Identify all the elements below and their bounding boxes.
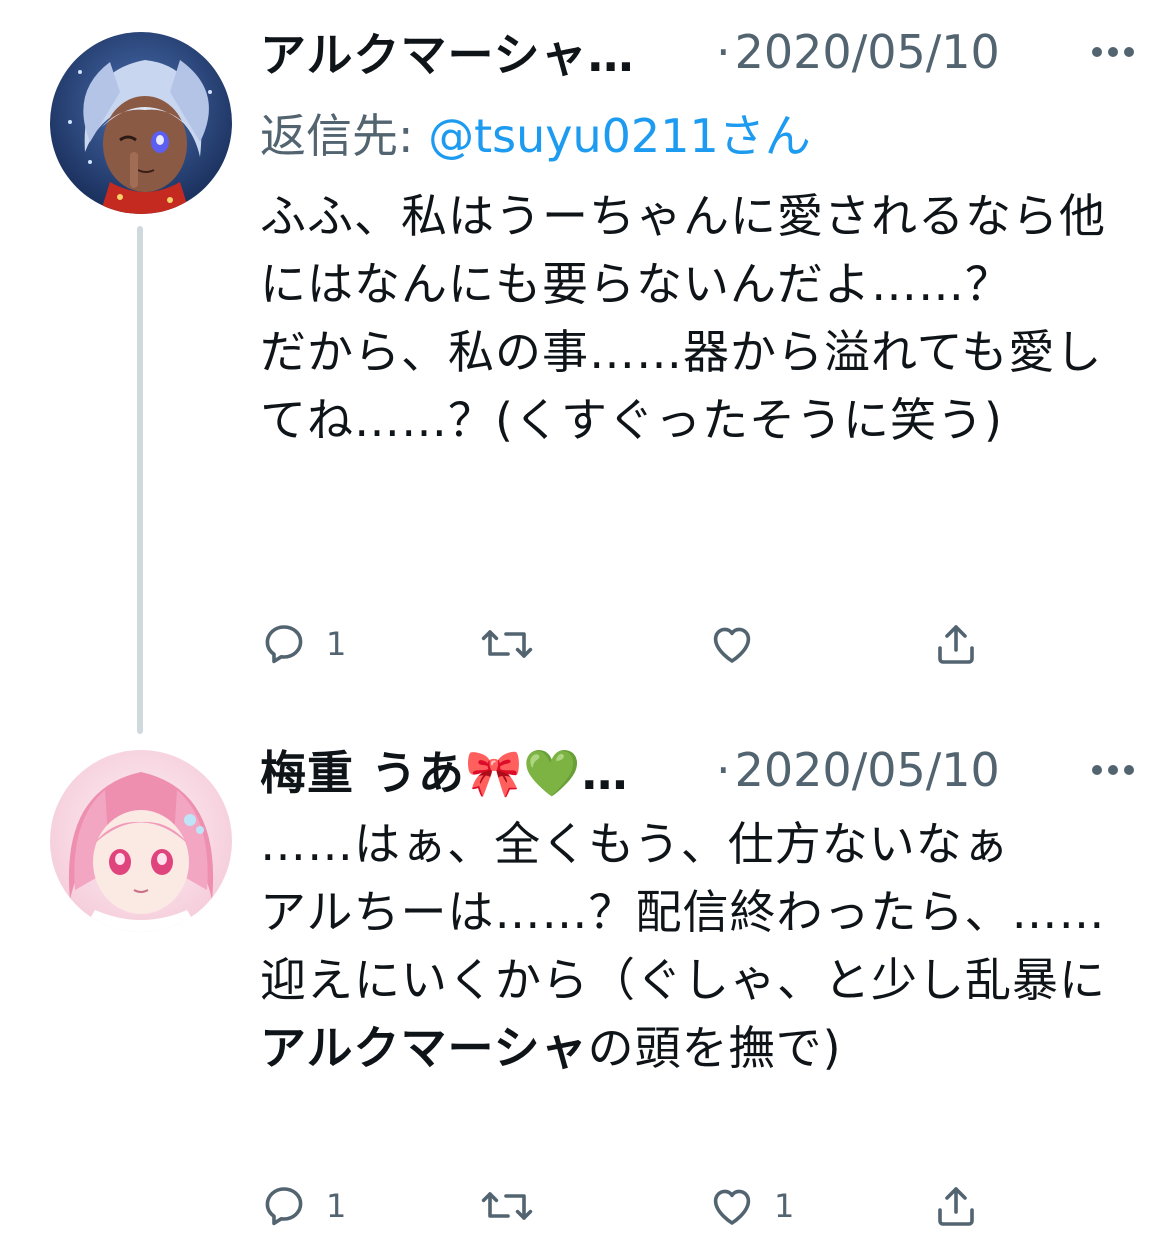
- tweet-date[interactable]: 2020/05/10: [735, 743, 1000, 797]
- reply-icon: [265, 1187, 303, 1226]
- heart-icon: [713, 1189, 751, 1225]
- share-button[interactable]: [932, 614, 980, 674]
- share-button[interactable]: [932, 1176, 980, 1236]
- separator-dot: ·: [716, 25, 731, 79]
- share-icon: [938, 1187, 974, 1226]
- reply-button[interactable]: 1: [260, 1176, 346, 1236]
- reply-button[interactable]: 1: [260, 614, 346, 674]
- tweet-date[interactable]: 2020/05/10: [735, 25, 1000, 79]
- tweet-text-part: の頭を撫で): [587, 1021, 842, 1075]
- avatar[interactable]: [50, 32, 232, 214]
- tweet[interactable]: 梅重 うあ🎀💚… · 2020/05/10 ……はぁ、全くもう、仕方ないなぁ ア…: [0, 720, 1170, 1244]
- reply-count: 1: [326, 625, 347, 663]
- bold-name-text: アルクマーシャ: [260, 1021, 588, 1075]
- retweet-icon: [481, 1192, 533, 1220]
- tweet-text-part: ……はぁ、全くもう、仕方ないなぁ アルちーは……？配信終わったら、……迎えにいく…: [260, 817, 1106, 1007]
- tweet-header: 梅重 うあ🎀💚… · 2020/05/10: [260, 738, 1150, 802]
- avatar[interactable]: [50, 750, 232, 932]
- display-name[interactable]: 梅重 うあ🎀💚…: [260, 737, 680, 803]
- reply-to-handle-link[interactable]: @tsuyu0211さん: [428, 109, 811, 163]
- share-icon: [938, 625, 974, 664]
- tweet-text: ふふ、私はうーちゃんに愛されるなら他にはなんにも要らないんだよ……？ だから、私…: [260, 189, 1106, 447]
- reply-count: 1: [326, 1187, 347, 1225]
- more-options-icon[interactable]: [1090, 738, 1136, 802]
- like-button[interactable]: [708, 614, 774, 674]
- display-name[interactable]: アルクマーシャ…: [260, 19, 680, 85]
- tweet-header: アルクマーシャ… · 2020/05/10: [260, 20, 1150, 84]
- more-options-icon[interactable]: [1090, 20, 1136, 84]
- reply-to-line: 返信先: @tsuyu0211さん: [260, 100, 811, 166]
- tweet-actions: 1: [260, 614, 1020, 674]
- tweet[interactable]: アルクマーシャ… · 2020/05/10 返信先: @tsuyu0211さん …: [0, 0, 1170, 720]
- reply-icon: [265, 625, 303, 664]
- tweet-text: ……はぁ、全くもう、仕方ないなぁ アルちーは……？配信終わったら、……迎えにいく…: [260, 810, 1140, 1082]
- retweet-button[interactable]: [480, 1176, 552, 1236]
- heart-icon: [713, 627, 751, 663]
- like-count: 1: [774, 1187, 795, 1225]
- reply-to-label: 返信先:: [260, 109, 429, 163]
- avatar-blue-haired-character-icon: [50, 32, 232, 214]
- retweet-button[interactable]: [480, 614, 552, 674]
- like-button[interactable]: 1: [708, 1176, 794, 1236]
- tweet-actions: 1 1: [260, 1176, 1020, 1236]
- retweet-icon: [481, 630, 533, 658]
- separator-dot: ·: [716, 743, 731, 797]
- avatar-pink-haired-character-icon: [50, 750, 232, 932]
